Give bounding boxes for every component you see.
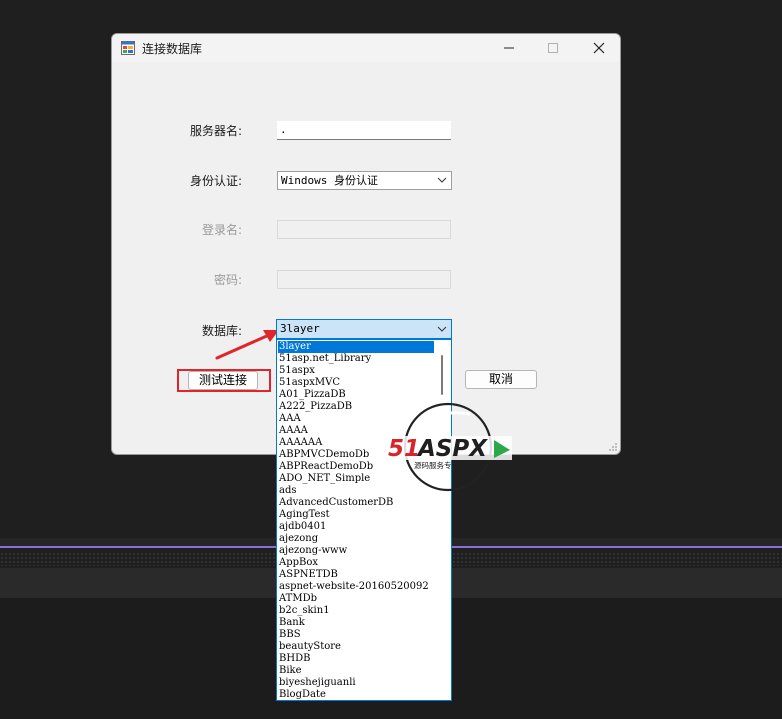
database-dropdown-list[interactable]: 3layer 51asp.net_Library 51aspx 51aspxMVC A0… xyxy=(276,339,452,701)
desktop: 连接数据库 服务器名: . 身份认证: Windows 身份认证 登录名: 密码… xyxy=(0,0,782,719)
database-option[interactable]: AgingTest xyxy=(278,509,435,521)
database-option[interactable]: beautyStore xyxy=(278,641,435,653)
database-option[interactable]: ATMDb xyxy=(278,593,435,605)
database-option[interactable]: ajezong xyxy=(278,533,435,545)
database-option[interactable]: Bank xyxy=(278,617,435,629)
authentication-select[interactable]: Windows 身份认证 xyxy=(277,171,452,190)
database-option[interactable]: 51asp.net_Library xyxy=(278,353,435,365)
database-option[interactable]: AdvancedCustomerDB xyxy=(278,497,435,509)
watermark-tagline: 源码服务专家 xyxy=(414,460,459,470)
database-option[interactable]: Bike xyxy=(278,665,435,677)
chevron-down-icon xyxy=(437,326,447,332)
maximize-button[interactable] xyxy=(530,34,576,62)
close-icon xyxy=(593,42,605,54)
annotation-arrow-icon xyxy=(215,330,279,360)
database-option[interactable]: 51aspxMVC xyxy=(278,377,435,389)
title-bar[interactable]: 连接数据库 xyxy=(112,34,620,62)
password-label: 密码: xyxy=(213,273,242,287)
database-option[interactable]: aspnet-website-20160520092 xyxy=(278,581,435,593)
chevron-down-icon xyxy=(437,177,447,183)
login-name-input[interactable] xyxy=(277,220,451,239)
server-name-input[interactable]: . xyxy=(277,121,451,140)
watermark-brand-aspx: ASPX xyxy=(416,436,488,462)
database-select[interactable]: 3layer xyxy=(276,319,452,339)
window-title: 连接数据库 xyxy=(142,42,203,56)
authentication-label: 身份认证: xyxy=(189,174,242,188)
authentication-select-value: Windows 身份认证 xyxy=(281,174,378,187)
password-input[interactable] xyxy=(277,270,451,289)
close-button[interactable] xyxy=(576,34,620,62)
database-option[interactable]: ASPNETDB xyxy=(278,569,435,581)
login-name-label: 登录名: xyxy=(201,223,242,237)
database-option[interactable]: BHDB xyxy=(278,653,435,665)
database-option[interactable]: ajezong-www xyxy=(278,545,435,557)
database-option[interactable]: b2c_skin1 xyxy=(278,605,435,617)
annotation-highlight-box xyxy=(177,369,271,392)
watermark-brand-51: 51 xyxy=(388,436,420,462)
watermark-logo: 51 ASPX 源码服务专家 xyxy=(386,402,512,492)
database-option[interactable]: 3layer xyxy=(278,341,435,353)
database-option[interactable]: BlogDate xyxy=(278,689,435,700)
database-option[interactable]: AppBox xyxy=(278,557,435,569)
maximize-icon xyxy=(548,43,558,53)
database-option[interactable]: ajdb0401 xyxy=(278,521,435,533)
database-select-value: 3layer xyxy=(280,322,320,335)
database-option[interactable]: BBS xyxy=(278,629,435,641)
resize-grip-icon[interactable] xyxy=(608,442,618,452)
cancel-button[interactable]: 取消 xyxy=(465,370,537,389)
database-option[interactable]: biyeshejiguanli xyxy=(278,677,435,689)
minimize-button[interactable] xyxy=(486,34,532,62)
database-options: 3layer 51asp.net_Library 51aspx 51aspxMVC A0… xyxy=(278,341,435,700)
database-option[interactable]: 51aspx xyxy=(278,365,435,377)
minimize-icon xyxy=(504,47,514,49)
dropdown-scrollbar[interactable] xyxy=(434,341,450,699)
scrollbar-thumb[interactable] xyxy=(441,355,443,395)
server-name-label: 服务器名: xyxy=(189,124,242,138)
app-window-icon xyxy=(121,41,135,55)
